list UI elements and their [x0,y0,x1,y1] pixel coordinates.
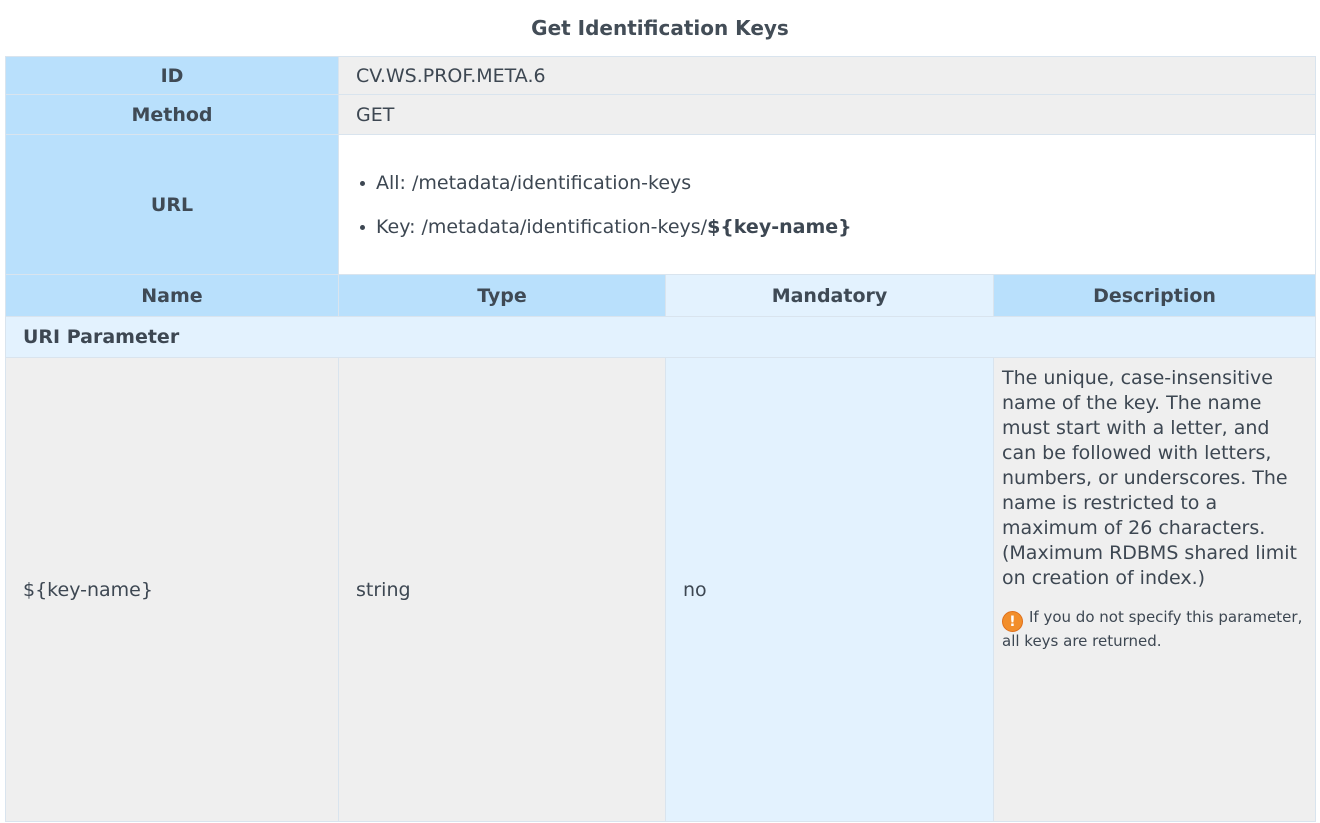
url-label: URL [5,134,339,275]
param-type: string [338,357,666,822]
url-item-all: All: /metadata/identification-keys [356,171,1298,195]
url-key-param: ${key-name} [707,215,852,238]
url-list: All: /metadata/identification-keys Key: … [356,171,1298,239]
param-name: ${key-name} [5,357,339,822]
param-note: ! If you do not specify this parameter, a… [1002,608,1307,651]
param-mandatory: no [665,357,994,822]
col-description-header: Description [992,274,1317,317]
col-type-header: Type [338,274,666,317]
page-title: Get Identification Keys [531,16,789,40]
section-row: URI Parameter [4,316,1317,358]
col-mandatory-header: Mandatory [665,274,994,317]
param-note-text: If you do not specify this parameter, al… [1002,608,1303,650]
param-description-text: The unique, case-insensitive name of the… [1002,367,1297,589]
api-table: ID CV.WS.PROF.META.6 Method GET URL All:… [4,56,1317,822]
method-row: Method GET [5,94,1317,135]
table-row: ${key-name} string no The unique, case-i… [5,357,1317,822]
col-name-header: Name [5,274,339,317]
column-header-row: Name Type Mandatory Description [5,274,1317,317]
method-value: GET [337,94,1317,135]
id-row: ID CV.WS.PROF.META.6 [5,56,1317,95]
id-value: CV.WS.PROF.META.6 [337,56,1317,95]
section-uri-parameter: URI Parameter [4,316,1317,358]
method-label: Method [5,94,339,135]
url-all-text: All: /metadata/identification-keys [376,171,692,194]
exclamation-icon: ! [1002,611,1023,632]
url-value: All: /metadata/identification-keys Key: … [337,134,1317,275]
url-row: URL All: /metadata/identification-keys K… [5,134,1317,275]
url-item-key: Key: /metadata/identification-keys/${key… [356,215,1298,239]
url-key-text: Key: /metadata/identification-keys/ [376,215,708,238]
param-description: The unique, case-insensitive name of the… [992,357,1317,822]
id-label: ID [5,56,339,95]
